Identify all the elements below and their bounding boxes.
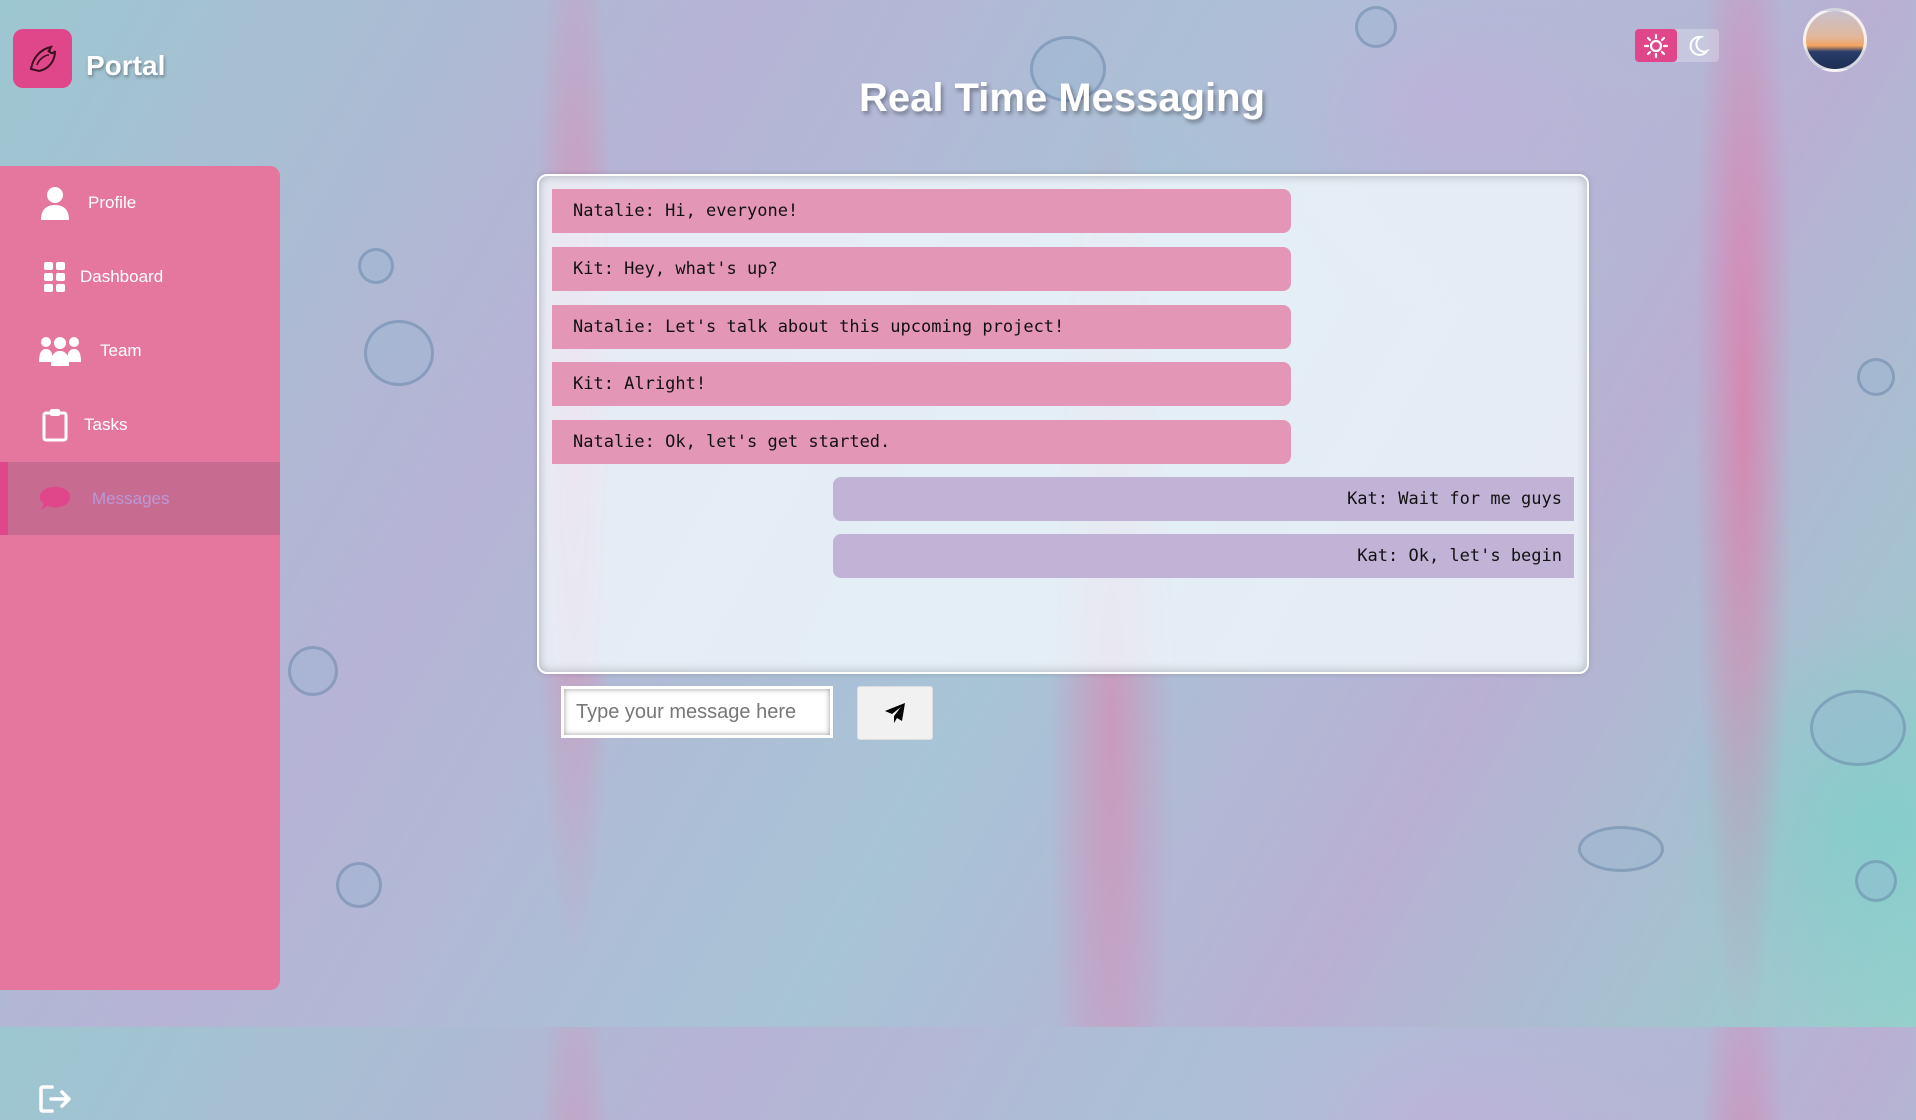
sidebar-item-team[interactable]: Team xyxy=(0,314,280,387)
sidebar-item-messages[interactable]: Messages xyxy=(0,462,280,535)
background-bubble xyxy=(1355,6,1397,48)
background-bubble xyxy=(288,646,338,696)
light-mode-button[interactable] xyxy=(1635,29,1677,62)
background-bubble xyxy=(1578,826,1664,872)
clipboard-icon xyxy=(38,408,72,442)
send-icon xyxy=(885,703,905,723)
background-bubble xyxy=(1855,860,1897,902)
sun-icon xyxy=(1643,33,1669,58)
sidebar-item-label: Team xyxy=(100,340,142,360)
message-bubble: Natalie: Hi, everyone! xyxy=(552,189,1291,233)
moon-icon xyxy=(1689,35,1710,56)
sidebar-item-label: Dashboard xyxy=(80,266,164,286)
sidebar-item-profile[interactable]: Profile xyxy=(0,166,280,239)
dragon-logo-icon xyxy=(29,45,56,72)
message-input[interactable] xyxy=(561,686,833,738)
background-bubble xyxy=(1857,358,1895,396)
avatar[interactable] xyxy=(1803,8,1867,72)
sidebar-item-label: Profile xyxy=(88,192,137,212)
background-bubble xyxy=(1810,690,1906,766)
sidebar-item-label: Tasks xyxy=(84,414,128,434)
sidebar-item-label: Messages xyxy=(92,488,170,508)
background-bubble xyxy=(336,862,382,908)
background-bubble xyxy=(358,248,394,284)
page-title: Real Time Messaging xyxy=(858,76,1266,120)
background-bubble xyxy=(364,320,434,386)
user-icon xyxy=(38,186,72,220)
sidebar-item-tasks[interactable]: Tasks xyxy=(0,388,280,461)
message-bubble: Kit: Hey, what's up? xyxy=(552,247,1291,291)
logout-icon xyxy=(39,1085,71,1113)
message-bubble: Natalie: Let's talk about this upcoming … xyxy=(552,305,1291,349)
message-bubble: Natalie: Ok, let's get started. xyxy=(552,420,1291,464)
dark-mode-button[interactable] xyxy=(1677,29,1719,62)
sidebar-item-dashboard[interactable]: Dashboard xyxy=(0,240,280,313)
chat-icon xyxy=(38,482,72,516)
grid-icon xyxy=(38,260,72,294)
send-button[interactable] xyxy=(857,686,933,740)
logout-button[interactable] xyxy=(38,1084,74,1120)
message-bubble: Kat: Wait for me guys xyxy=(833,477,1574,521)
message-bubble: Kit: Alright! xyxy=(552,362,1291,406)
theme-toggle[interactable] xyxy=(1635,29,1719,62)
message-thread[interactable]: Natalie: Hi, everyone! Kit: Hey, what's … xyxy=(537,174,1589,674)
users-icon xyxy=(38,334,82,368)
sidebar: Profile Dashboard Team Tasks Messages xyxy=(0,166,280,1113)
message-bubble: Kat: Ok, let's begin xyxy=(833,534,1574,578)
